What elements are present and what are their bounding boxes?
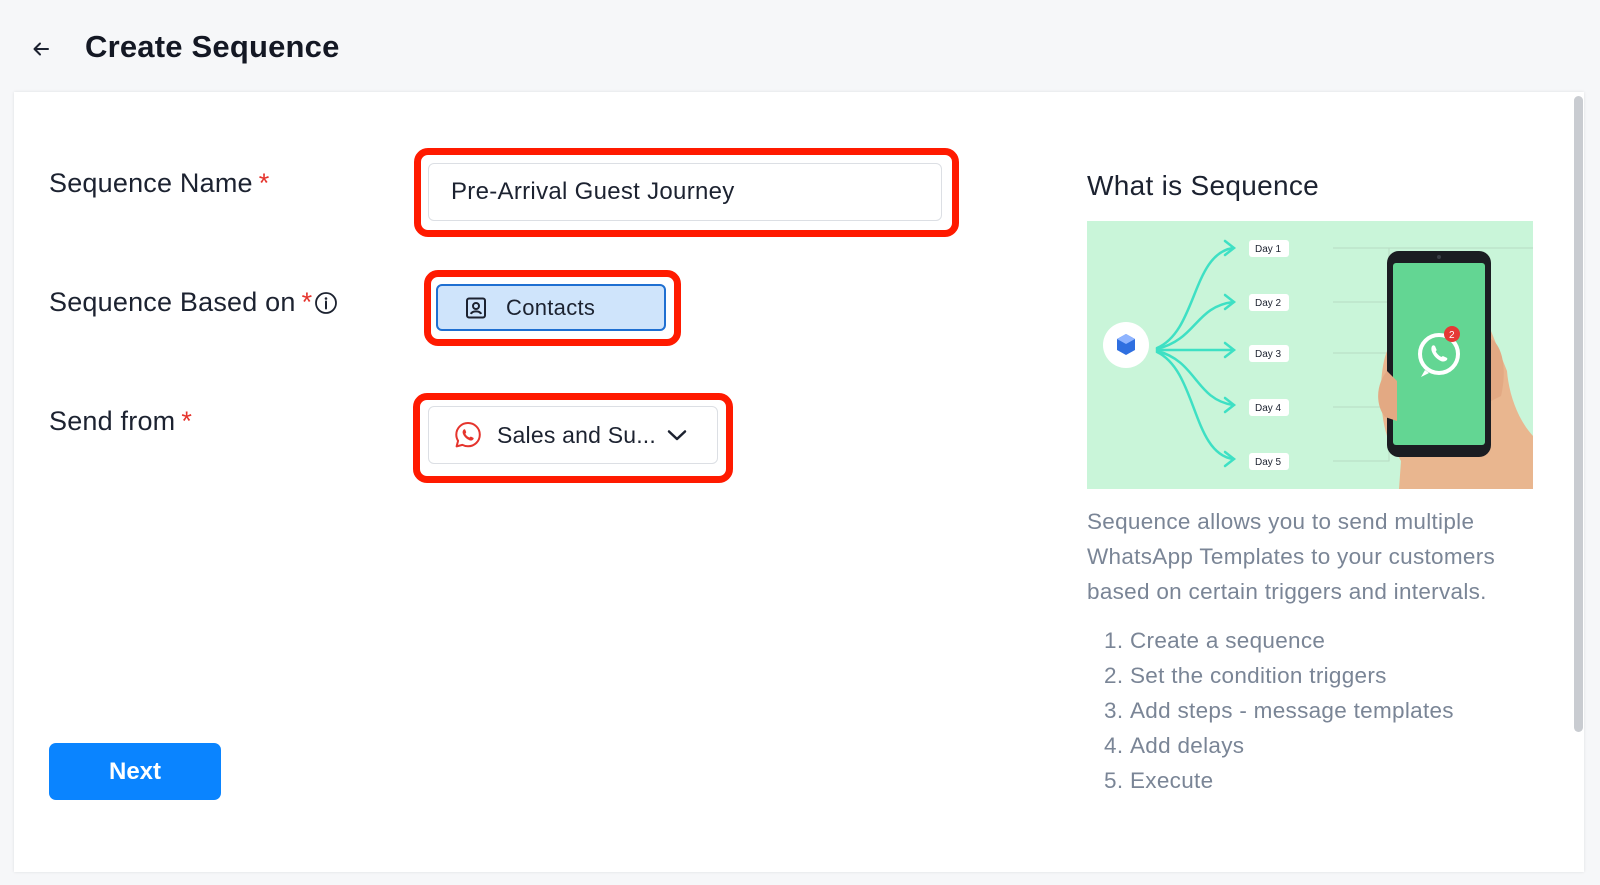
sequence-illustration: Day 1 Day 2 Day 3 Day 4 Day 5 2 (1087, 221, 1533, 489)
sequence-based-on-label: Sequence Based on * (49, 287, 338, 318)
page-title: Create Sequence (85, 29, 340, 64)
info-panel-title: What is Sequence (1087, 170, 1320, 201)
notification-badge: 2 (1449, 330, 1455, 341)
contacts-option-button[interactable]: Contacts (436, 284, 666, 331)
list-item: 3. Add steps - message templates (1104, 698, 1454, 723)
day-chip: Day 1 (1255, 244, 1282, 255)
required-asterisk: * (258, 168, 270, 198)
day-chip: Day 4 (1255, 403, 1282, 414)
info-panel-description: Sequence allows you to send multiple Wha… (1087, 509, 1496, 604)
day-chip: Day 3 (1255, 349, 1282, 360)
required-asterisk: * (301, 287, 313, 317)
arrow-left-icon (33, 42, 49, 56)
required-asterisk: * (181, 406, 193, 436)
chevron-down-icon (667, 430, 687, 441)
sequence-illustration-graphic: Day 1 Day 2 Day 3 Day 4 Day 5 2 (1103, 239, 1533, 489)
send-from-select[interactable]: Sales and Su... (428, 406, 718, 464)
day-chip: Day 5 (1255, 457, 1282, 468)
whatsapp-icon (455, 422, 481, 448)
contacts-label: Contacts (506, 294, 596, 320)
send-from-label: Send from * (49, 406, 193, 436)
list-item: 4. Add delays (1104, 733, 1245, 758)
day-chip: Day 2 (1255, 298, 1282, 309)
list-item: 1. Create a sequence (1104, 628, 1326, 653)
steps-list: 1. Create a sequence 2. Set the condition … (1104, 623, 1454, 798)
next-button[interactable]: Next (49, 743, 221, 800)
sequence-name-label: Sequence Name * (49, 168, 270, 198)
list-item: 2. Set the condition triggers (1104, 663, 1387, 688)
list-item: 5. Execute (1104, 768, 1214, 793)
info-icon[interactable] (314, 291, 338, 315)
back-button[interactable] (26, 34, 56, 64)
contact-card-icon (466, 297, 486, 318)
sequence-name-input[interactable] (428, 163, 942, 221)
send-from-value: Sales and Su... (497, 421, 656, 448)
scrollbar[interactable] (1574, 96, 1583, 732)
top-bar: Create Sequence (0, 0, 1600, 92)
